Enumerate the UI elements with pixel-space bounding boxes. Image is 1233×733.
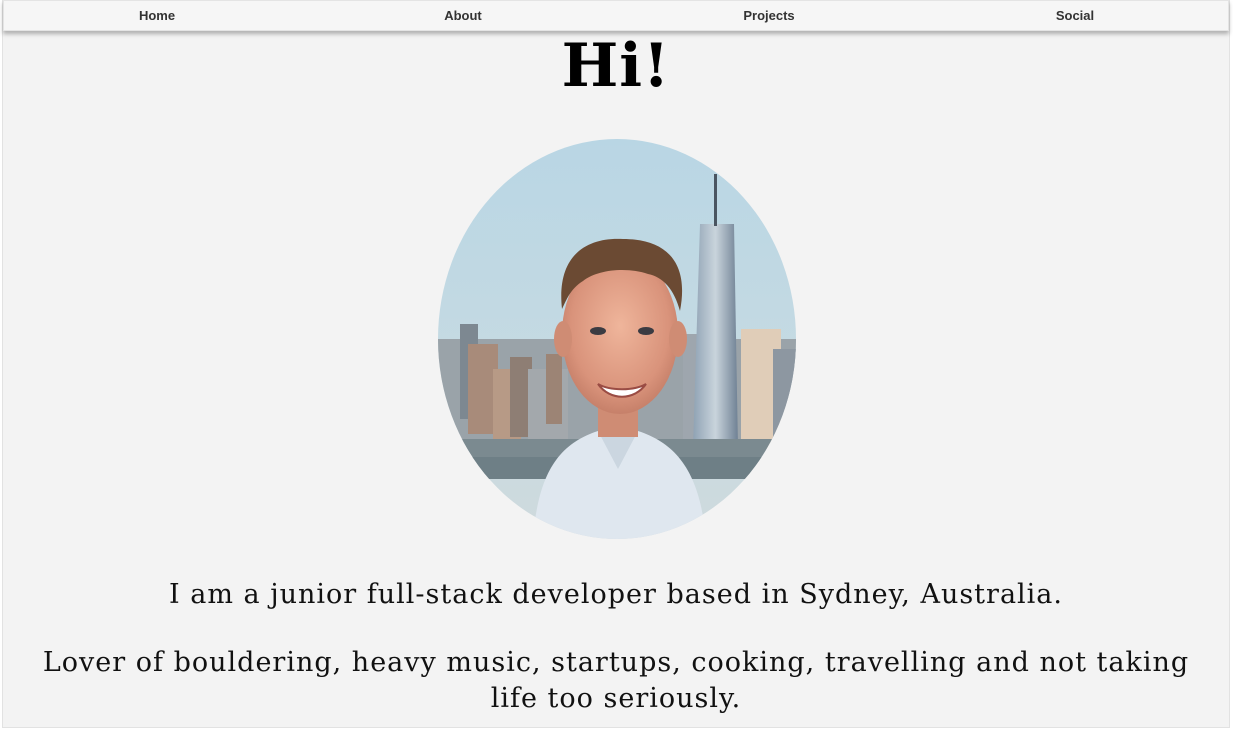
- intro-text: I am a junior full-stack developer based…: [169, 579, 1063, 610]
- page: Home About Projects Social Hi! I am a ju…: [2, 0, 1230, 728]
- nav-social-link[interactable]: Social: [922, 1, 1228, 30]
- profile-photo: [438, 139, 796, 539]
- hero-title: Hi!: [561, 31, 671, 101]
- nav-about-link[interactable]: About: [310, 1, 616, 30]
- nav-projects-link[interactable]: Projects: [616, 1, 922, 30]
- profile-photo-image: [438, 139, 796, 539]
- nav-home-link[interactable]: Home: [4, 1, 310, 30]
- hobbies-text: Lover of bouldering, heavy music, startu…: [42, 647, 1190, 714]
- top-navbar: Home About Projects Social: [3, 0, 1229, 31]
